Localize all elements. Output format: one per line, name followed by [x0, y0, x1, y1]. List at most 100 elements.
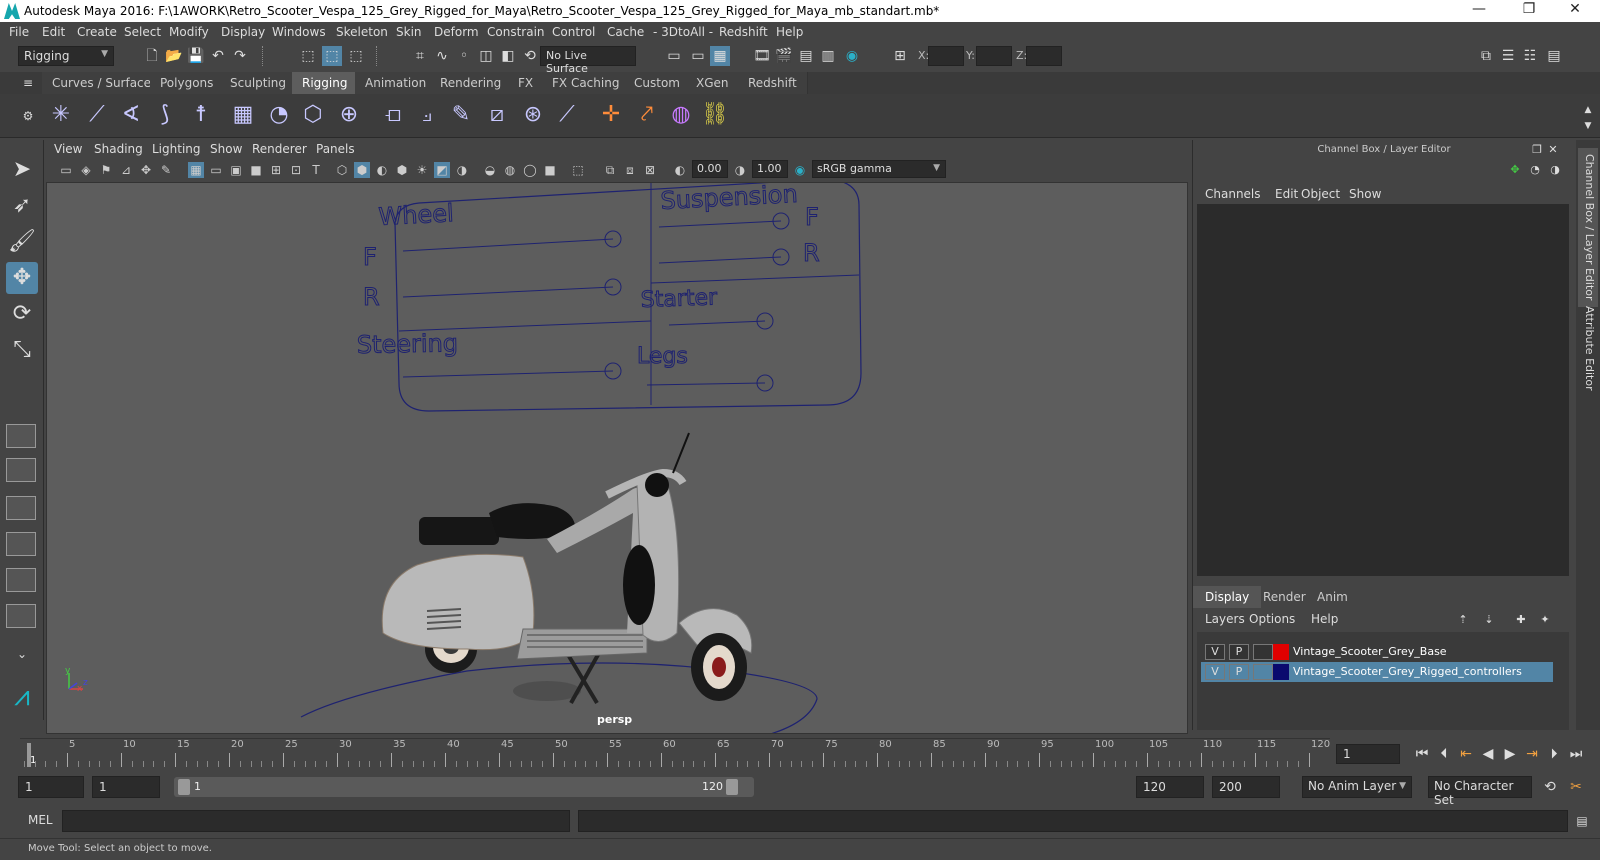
aim-constraint-icon[interactable]: ⤤	[632, 100, 662, 130]
command-input[interactable]	[62, 810, 570, 832]
shelf-tab-polygons[interactable]: Polygons	[150, 72, 225, 94]
select-object-icon[interactable]: ⬚	[322, 46, 342, 66]
options-menu[interactable]: Options	[1249, 612, 1295, 626]
step-back-frame-icon[interactable]: ⇤	[1456, 744, 1476, 764]
resolution-gate-icon[interactable]: ▣	[228, 162, 244, 178]
more-layouts-icon[interactable]: ⌄	[6, 638, 38, 670]
snap-curve-icon[interactable]: ∿	[432, 46, 452, 66]
lasso-tool-icon[interactable]: ➶	[6, 190, 38, 222]
mirror-joint-icon[interactable]: ⟆	[150, 100, 180, 130]
step-back-key-icon[interactable]: ⏴	[1434, 744, 1454, 764]
orient-constraint-icon[interactable]: ◍	[666, 100, 696, 130]
character-set-dropdown[interactable]: No Character Set	[1428, 776, 1532, 807]
go-to-end-icon[interactable]: ⏭	[1566, 744, 1586, 764]
textured-icon[interactable]: ⬢	[394, 162, 410, 178]
single-perspective-layout-icon[interactable]	[6, 424, 36, 448]
channel-list-area[interactable]	[1197, 204, 1569, 576]
close-panel-icon[interactable]: ✕	[1543, 140, 1563, 160]
menu-edit[interactable]: Edit	[42, 25, 65, 39]
film-gate-icon[interactable]: ▭	[208, 162, 224, 178]
paint-select-tool-icon[interactable]: 🖌	[6, 226, 38, 258]
panel-menu-panels[interactable]: Panels	[316, 142, 355, 156]
screen-space-ao-icon[interactable]: ◑	[454, 162, 470, 178]
side-tab-channel-box[interactable]: Channel Box / Layer Editor	[1578, 148, 1598, 307]
command-language-label[interactable]: MEL	[28, 813, 53, 827]
select-tool-icon[interactable]: ➤	[6, 154, 38, 186]
layer-tab-anim[interactable]: Anim	[1305, 586, 1360, 608]
tool-settings-icon[interactable]: ☷	[1520, 46, 1540, 66]
save-scene-icon[interactable]: 💾	[186, 46, 206, 66]
panel-menu-renderer[interactable]: Renderer	[252, 142, 307, 156]
x-field[interactable]	[928, 46, 964, 66]
range-start-handle[interactable]	[178, 779, 190, 795]
perspective-viewport[interactable]: Wheel F R Steering Suspension F R Starte…	[46, 182, 1188, 734]
menu-control[interactable]: Control	[552, 25, 595, 39]
minimize-button[interactable]: —	[1456, 1, 1502, 21]
pole-vector-icon[interactable]: ⛓	[700, 100, 730, 130]
ik-spline-icon[interactable]: ∢	[116, 100, 146, 130]
cluster-icon[interactable]: ◔	[264, 100, 294, 130]
go-to-start-icon[interactable]: ⏮	[1412, 744, 1432, 764]
humanik-icon[interactable]: ☨	[186, 100, 216, 130]
move-tool-icon[interactable]: ✥	[6, 262, 38, 294]
close-button[interactable]: ✕	[1552, 1, 1598, 21]
persp-outliner-layout-icon[interactable]	[6, 496, 36, 520]
z-field[interactable]	[1026, 46, 1062, 66]
layer-row[interactable]: V P Vintage_Scooter_Grey_Rigged_controll…	[1201, 662, 1553, 682]
grid-icon[interactable]: ▦	[188, 162, 204, 178]
move-layer-up-icon[interactable]: ⇡	[1453, 610, 1473, 630]
lattice-icon[interactable]: ▦	[228, 100, 258, 130]
paint-weights-icon[interactable]: ✎	[446, 100, 476, 130]
auto-key-icon[interactable]: ⟲	[1540, 777, 1560, 797]
bookmark-icon[interactable]: ⚑	[98, 162, 114, 178]
anim-layer-dropdown[interactable]: No Anim Layer ▼	[1302, 776, 1412, 798]
shelf-tab-fx-caching[interactable]: FX Caching	[542, 72, 631, 94]
snap-point-icon[interactable]: ◦	[454, 46, 474, 66]
render-frame-icon[interactable]: 🎬	[774, 46, 794, 66]
snap-grid-icon[interactable]: ⌗	[410, 46, 430, 66]
menu-constrain[interactable]: Constrain	[487, 25, 545, 39]
speed-icon[interactable]: ◔	[1525, 160, 1545, 180]
use-all-lights-icon[interactable]: ☀	[414, 162, 430, 178]
xray-components-icon[interactable]: ⧈	[622, 162, 638, 178]
current-frame-field[interactable]: 1	[1336, 744, 1400, 764]
gate-mask-icon[interactable]: ■	[248, 162, 264, 178]
grease-pencil-icon[interactable]: ✎	[158, 162, 174, 178]
range-end-handle[interactable]	[726, 779, 738, 795]
point-constraint-icon[interactable]: ✛	[596, 100, 626, 130]
play-backwards-icon[interactable]: ◀	[1478, 744, 1498, 764]
animation-start-field[interactable]: 1	[18, 776, 84, 798]
range-slider[interactable]: 1 120	[174, 777, 754, 797]
snap-surface-icon[interactable]: ◧	[498, 46, 518, 66]
layer-display-type[interactable]	[1253, 644, 1273, 660]
gamma-field[interactable]: 1.00	[752, 160, 788, 178]
object-menu[interactable]: Object	[1301, 187, 1340, 201]
persp-hypershade-layout-icon[interactable]	[6, 568, 36, 592]
menu-skeleton[interactable]: Skeleton	[336, 25, 388, 39]
construction-history-icon[interactable]: ▦	[710, 46, 730, 66]
menu-help[interactable]: Help	[776, 25, 803, 39]
color-space-dropdown[interactable]: sRGB gamma ▼	[812, 160, 946, 178]
layer-color-swatch[interactable]	[1273, 664, 1289, 680]
open-scene-icon[interactable]: 📂	[164, 46, 184, 66]
bind-skin-icon[interactable]: ⟤	[378, 100, 408, 130]
modeling-toolkit-icon[interactable]: ⧉	[1476, 46, 1496, 66]
scale-tool-icon[interactable]: ⤡	[6, 334, 38, 366]
four-view-layout-icon[interactable]	[6, 458, 36, 482]
field-chart-icon[interactable]: ⊞	[268, 162, 284, 178]
wireframe-icon[interactable]: ⬡	[334, 162, 350, 178]
motion-path-icon[interactable]: ⟋	[552, 100, 582, 130]
isolate-select-icon[interactable]: ■	[542, 162, 558, 178]
show-menu[interactable]: Show	[1349, 187, 1381, 201]
menuset-dropdown[interactable]: Rigging ▼	[18, 46, 114, 66]
xray-joints-icon[interactable]: ⧉	[602, 162, 618, 178]
camera-attributes-icon[interactable]: ◈	[78, 162, 94, 178]
menu-deform[interactable]: Deform	[434, 25, 479, 39]
persp-graph-layout-icon[interactable]	[6, 532, 36, 556]
shelf-tab-custom[interactable]: Custom	[624, 72, 691, 94]
shadows-icon[interactable]: ◩	[434, 162, 450, 178]
safe-action-icon[interactable]: ⊡	[288, 162, 304, 178]
manipulator-icon[interactable]: ✥	[1505, 160, 1525, 180]
menu-modify[interactable]: Modify	[169, 25, 209, 39]
panel-menu-lighting[interactable]: Lighting	[152, 142, 201, 156]
